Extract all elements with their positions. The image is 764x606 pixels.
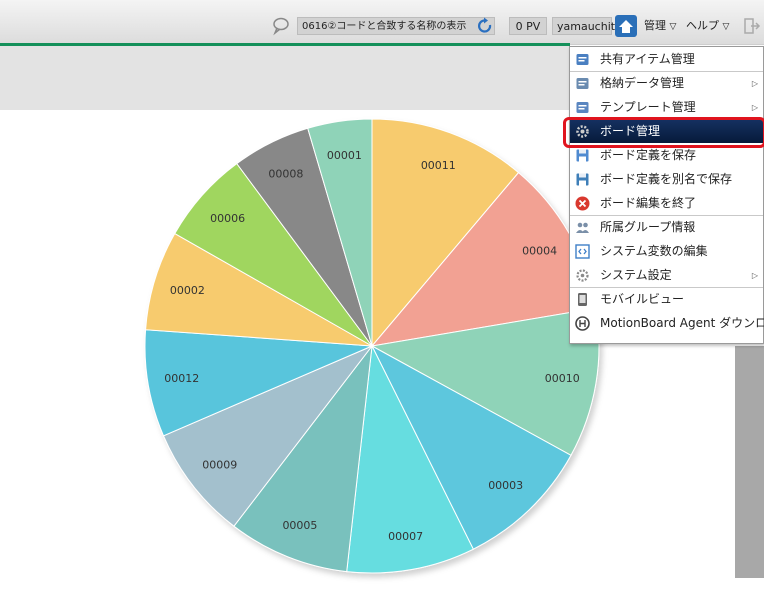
submenu-arrow-icon: ▷ <box>751 271 758 280</box>
menu-item-label: MotionBoard Agent ダウンロード <box>600 316 764 330</box>
menu-item[interactable]: ボード編集を終了 <box>570 192 763 215</box>
menu-item[interactable]: 格納データ管理 ▷ <box>570 72 763 95</box>
menu-item-label: 所属グループ情報 <box>600 220 696 234</box>
menu-item[interactable]: テンプレート管理 ▷ <box>570 96 763 119</box>
menu-item[interactable]: ボード定義を別名で保存 <box>570 168 763 191</box>
pie-slice-label: 00005 <box>282 519 317 532</box>
pie-slice-label: 00003 <box>488 479 523 492</box>
manage-dropdown-menu: 共有アイテム管理 格納データ管理 ▷ テンプレート管理 ▷ ボード管理 ボード定義を保存 ボー… <box>569 46 764 344</box>
menu-item-label: システム変数の編集 <box>600 244 708 258</box>
pie-slice-label: 00007 <box>388 530 423 543</box>
menu-item-label: 共有アイテム管理 <box>600 52 695 66</box>
pie-slice-label: 00012 <box>164 372 199 385</box>
mobile-icon <box>575 292 590 307</box>
highlight-marker <box>563 117 764 148</box>
group-icon <box>575 220 590 235</box>
save-icon <box>575 148 590 163</box>
pie-slice-label: 00002 <box>170 284 205 297</box>
menu-item-label: ボード編集を終了 <box>600 196 697 210</box>
submenu-arrow-icon: ▷ <box>751 103 758 112</box>
menu-item[interactable]: 共有アイテム管理 <box>570 48 763 71</box>
save-as-icon <box>575 172 590 187</box>
shared-items-icon <box>575 52 590 67</box>
pie-slice-label: 00001 <box>327 149 362 162</box>
pie-slice-label: 00009 <box>202 459 237 472</box>
menu-item[interactable]: モバイルビュー <box>570 288 763 311</box>
agent-download-icon <box>575 316 590 331</box>
stored-data-icon <box>575 76 590 91</box>
close-icon <box>575 196 590 211</box>
menu-item-label: システム設定 <box>600 268 672 282</box>
submenu-arrow-icon: ▷ <box>751 79 758 88</box>
menu-item[interactable]: システム変数の編集 <box>570 240 763 263</box>
pie-slice-label: 00004 <box>522 244 557 257</box>
menu-item[interactable]: 所属グループ情報 <box>570 216 763 239</box>
menu-item[interactable]: システム設定 ▷ <box>570 264 763 287</box>
menu-item-label: 格納データ管理 <box>600 76 685 90</box>
menu-item-label: モバイルビュー <box>600 292 685 306</box>
pie-slice-label: 00011 <box>421 159 456 172</box>
pie-slice-label: 00008 <box>268 167 303 180</box>
menu-item-label: テンプレート管理 <box>600 100 696 114</box>
pie-slice-label: 00006 <box>210 212 245 225</box>
menu-item-label: ボード定義を別名で保存 <box>600 172 733 186</box>
template-icon <box>575 100 590 115</box>
menu-item[interactable]: MotionBoard Agent ダウンロード <box>570 312 764 335</box>
variable-icon <box>575 244 590 259</box>
pie-slice-label: 00010 <box>545 372 580 385</box>
settings-icon <box>575 268 590 283</box>
